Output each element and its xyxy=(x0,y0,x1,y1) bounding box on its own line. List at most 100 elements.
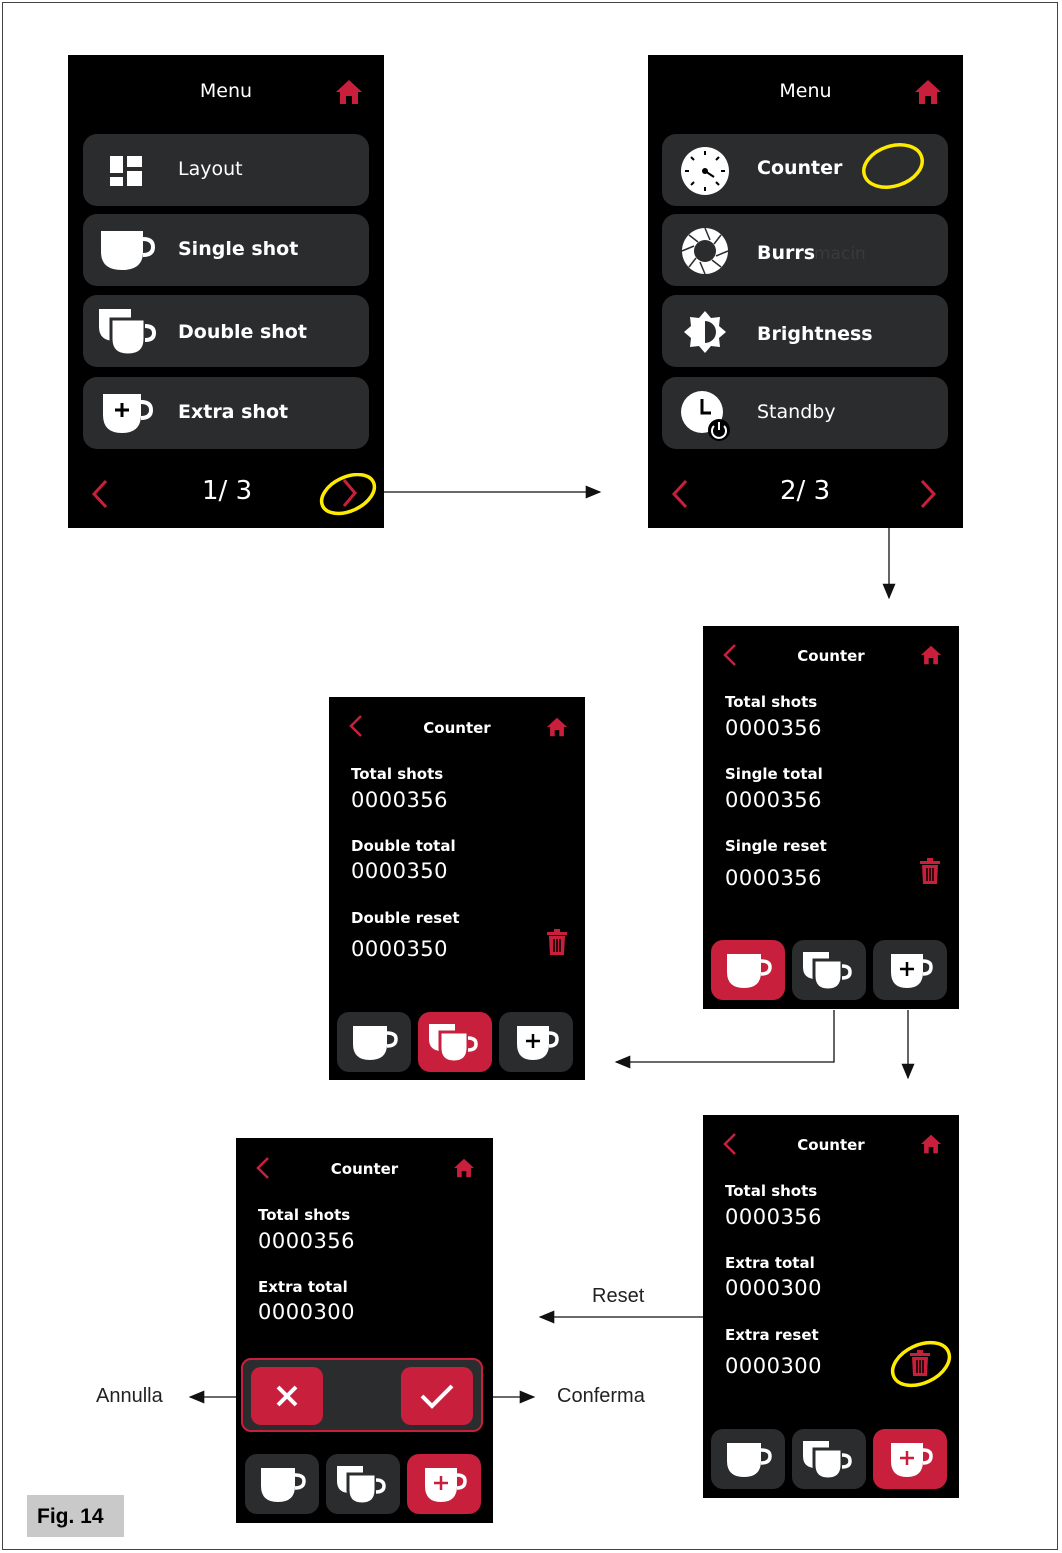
tab-extra[interactable] xyxy=(499,1012,573,1072)
counter-value: 0000356 xyxy=(725,788,823,812)
tab-single[interactable] xyxy=(711,940,785,1000)
menu-item-layout[interactable]: Layout xyxy=(83,134,369,206)
counter-value: 0000300 xyxy=(725,1276,823,1300)
counter-value: 0000350 xyxy=(351,859,449,883)
single-cup-icon xyxy=(353,1026,398,1060)
trash-icon[interactable] xyxy=(546,929,568,955)
extra-cup-icon xyxy=(517,1026,559,1060)
ghost-text: macin xyxy=(814,244,866,264)
trash-icon[interactable] xyxy=(887,1338,955,1390)
menu-item-brightness[interactable]: Brightness xyxy=(662,295,948,367)
menu-item-label: Single shot xyxy=(178,238,299,260)
figure-label: Fig. 14 xyxy=(27,1495,124,1537)
chevron-left-icon[interactable] xyxy=(670,479,690,509)
menu-item-single-shot[interactable]: Single shot xyxy=(83,214,369,286)
menu-item-label: Burrs xyxy=(757,242,816,264)
double-cup-icon xyxy=(99,309,157,357)
menu-item-label: Brightness xyxy=(757,323,873,345)
cancel-button[interactable] xyxy=(251,1367,323,1425)
counter-value: 0000356 xyxy=(351,788,449,812)
single-cup-icon xyxy=(261,1468,306,1502)
counter-value: 0000356 xyxy=(725,1205,823,1229)
check-icon xyxy=(420,1384,454,1409)
menu-item-label: Extra shot xyxy=(178,401,289,423)
single-cup-icon xyxy=(101,231,156,270)
chevron-right-icon[interactable] xyxy=(918,479,938,509)
counter-value: 0000356 xyxy=(725,716,823,740)
counter-label: Double reset xyxy=(351,909,460,927)
double-cup-icon xyxy=(803,952,852,992)
counter-label: Single total xyxy=(725,765,823,783)
counter-label: Extra total xyxy=(725,1254,815,1272)
counter-screen-confirm-reset: Counter Total shots 0000356 Extra total … xyxy=(236,1138,493,1523)
single-cup-icon xyxy=(727,954,772,988)
counter-label: Single reset xyxy=(725,837,827,855)
layout-icon xyxy=(110,156,142,186)
double-cup-icon xyxy=(803,1441,852,1481)
confirm-panel xyxy=(241,1358,483,1432)
tab-double[interactable] xyxy=(326,1454,400,1514)
counter-label: Total shots xyxy=(351,765,444,783)
tab-extra[interactable] xyxy=(873,1429,947,1489)
tab-single[interactable] xyxy=(337,1012,411,1072)
tab-extra[interactable] xyxy=(873,940,947,1000)
menu-item-label: Double shot xyxy=(178,321,307,343)
home-icon[interactable] xyxy=(914,79,942,105)
menu-item-counter[interactable]: Counter xyxy=(662,134,948,206)
trash-icon[interactable] xyxy=(919,858,941,884)
confirm-annotation: Conferma xyxy=(557,1385,645,1407)
chevron-right-icon[interactable] xyxy=(318,473,380,517)
extra-cup-icon xyxy=(103,394,154,433)
tab-double[interactable] xyxy=(792,1429,866,1489)
confirm-button[interactable] xyxy=(401,1367,473,1425)
home-icon[interactable] xyxy=(335,79,363,105)
menu-screen-page-1: Menu Layout Single shot Double shot Extr… xyxy=(68,55,384,528)
menu-item-burrs[interactable]: Burrs macin xyxy=(662,214,948,286)
menu-item-standby[interactable]: Standby xyxy=(662,377,948,449)
counter-label: Extra total xyxy=(258,1278,348,1296)
arrow-to-double xyxy=(614,1010,835,1069)
tab-double[interactable] xyxy=(418,1012,492,1072)
home-icon[interactable] xyxy=(453,1158,475,1178)
page-indicator: 2/ 3 xyxy=(780,476,831,506)
counter-label: Double total xyxy=(351,837,456,855)
counter-value: 0000356 xyxy=(258,1229,356,1253)
menu-item-label: Counter xyxy=(757,157,843,179)
menu-screen-page-2: Menu Counter Burrs macin Brightness Stan… xyxy=(648,55,963,528)
counter-screen-single: Counter Total shots 0000356 Single total… xyxy=(703,626,959,1009)
counter-label: Total shots xyxy=(258,1206,351,1224)
chevron-left-icon[interactable] xyxy=(90,479,110,509)
counter-label: Extra reset xyxy=(725,1326,819,1344)
reset-annotation: Reset xyxy=(592,1285,645,1307)
counter-value: 0000350 xyxy=(351,937,449,961)
standby-icon xyxy=(681,391,730,441)
menu-item-double-shot[interactable]: Double shot xyxy=(83,295,369,367)
counter-value: 0000356 xyxy=(725,866,823,890)
home-icon[interactable] xyxy=(920,1134,942,1154)
extra-cup-icon xyxy=(891,1443,933,1477)
tab-double[interactable] xyxy=(792,940,866,1000)
highlight-circle xyxy=(862,143,924,189)
close-icon xyxy=(276,1385,298,1407)
counter-screen-double: Counter Total shots 0000356 Double total… xyxy=(329,697,585,1080)
counter-label: Total shots xyxy=(725,693,818,711)
burrs-icon xyxy=(681,227,729,275)
menu-item-extra-shot[interactable]: Extra shot xyxy=(83,377,369,449)
counter-value: 0000300 xyxy=(725,1354,823,1378)
counter-value: 0000300 xyxy=(258,1300,356,1324)
menu-item-label: Standby xyxy=(757,401,836,423)
single-cup-icon xyxy=(727,1443,772,1477)
menu-item-label: Layout xyxy=(178,158,243,180)
tab-extra[interactable] xyxy=(407,1454,481,1514)
home-icon[interactable] xyxy=(546,717,568,737)
home-icon[interactable] xyxy=(920,645,942,665)
tab-single[interactable] xyxy=(711,1429,785,1489)
extra-cup-icon xyxy=(891,954,933,988)
page-indicator: 1/ 3 xyxy=(202,476,253,506)
tab-single[interactable] xyxy=(245,1454,319,1514)
counter-icon xyxy=(681,147,729,195)
double-cup-icon xyxy=(429,1024,478,1064)
counter-screen-extra: Counter Total shots 0000356 Extra total … xyxy=(703,1115,959,1498)
cancel-annotation: Annulla xyxy=(96,1385,163,1407)
figure-label-text: Fig. 14 xyxy=(37,1505,104,1528)
